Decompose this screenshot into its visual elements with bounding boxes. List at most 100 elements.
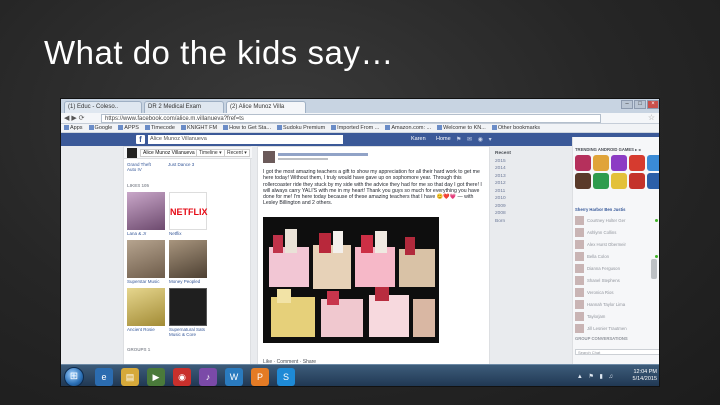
file-explorer-icon[interactable]: ▤ bbox=[121, 368, 139, 386]
internet-explorer-icon[interactable]: e bbox=[95, 368, 113, 386]
home-link[interactable]: Home bbox=[436, 136, 451, 142]
back-forward-reload-icons[interactable]: ◀ ▶ ⟳ bbox=[64, 114, 85, 122]
page-scrollbar[interactable] bbox=[651, 259, 657, 279]
year-link[interactable]: 2012 bbox=[495, 181, 535, 189]
year-link[interactable]: 2009 bbox=[495, 204, 535, 212]
recent-button[interactable]: Recent ▾ bbox=[224, 149, 250, 157]
bookmark-item[interactable]: Imported From ... bbox=[331, 124, 379, 132]
chat-contact[interactable]: Jill Lesnier Trautmen bbox=[575, 323, 659, 334]
bookmark-item[interactable]: Apps bbox=[64, 124, 83, 132]
like-thumbnail[interactable] bbox=[169, 240, 207, 278]
bookmark-item[interactable]: Other bookmarks bbox=[491, 124, 540, 132]
game-icon[interactable] bbox=[611, 173, 627, 189]
browser-tab-active[interactable]: (2) Alice Munoz Villa bbox=[226, 101, 306, 113]
facebook-logo-icon[interactable]: f bbox=[136, 135, 145, 144]
like-thumbnail[interactable] bbox=[127, 288, 165, 326]
media-player-icon[interactable]: ▶ bbox=[147, 368, 165, 386]
word-icon[interactable]: W bbox=[225, 368, 243, 386]
timeline-button[interactable]: Timeline ▾ bbox=[196, 149, 225, 157]
avatar bbox=[575, 252, 584, 261]
top-link[interactable]: Grand Theft Auto IV bbox=[127, 162, 153, 172]
bookmark-item[interactable]: KNIGHT FM bbox=[180, 124, 217, 132]
netflix-logo[interactable]: NETFLIX bbox=[169, 192, 208, 230]
year-link[interactable]: Recent bbox=[495, 151, 535, 159]
profile-name[interactable]: Alice Munoz Villanueva bbox=[140, 149, 198, 157]
year-link[interactable]: 2010 bbox=[495, 196, 535, 204]
bookmark-item[interactable]: Sudoku Premium bbox=[276, 124, 325, 132]
browser-tab[interactable]: (1) Educ - Coleso.. bbox=[64, 101, 142, 113]
chat-owner[interactable]: Sherry Harbor Ben Justis bbox=[575, 207, 626, 212]
bookmark-star-icon[interactable]: ☆ bbox=[648, 113, 655, 122]
like-label[interactable]: Netflix bbox=[169, 231, 209, 236]
url-input[interactable]: https://www.facebook.com/alice.m.villanu… bbox=[101, 114, 601, 123]
avatar bbox=[575, 324, 584, 333]
like-label[interactable]: Ancient Rosie bbox=[127, 327, 167, 332]
game-icon[interactable] bbox=[575, 173, 591, 189]
contact-name: Hannah Taylor Lima bbox=[587, 302, 626, 307]
chat-contact[interactable]: Dianna Ferguson bbox=[575, 263, 659, 274]
system-tray-icons[interactable]: ▲ ⚑ ▮ ♫ bbox=[577, 373, 615, 380]
game-icon[interactable] bbox=[611, 155, 627, 171]
online-indicator-icon bbox=[655, 219, 658, 222]
clock[interactable]: 12:04 PM 5/14/2015 bbox=[633, 369, 657, 383]
browser-tab[interactable]: DR 2 Medical Exam bbox=[144, 101, 224, 113]
year-link[interactable]: 2015 bbox=[495, 159, 535, 167]
bookmark-icon bbox=[118, 125, 124, 131]
chat-contact[interactable]: Alex Hurst Obermeir bbox=[575, 239, 659, 250]
year-link[interactable]: 2011 bbox=[495, 189, 535, 197]
chrome-icon[interactable]: ◉ bbox=[173, 368, 191, 386]
bookmark-item[interactable]: Timecode bbox=[144, 124, 175, 132]
like-thumbnail[interactable] bbox=[127, 240, 165, 278]
game-icon[interactable] bbox=[629, 155, 645, 171]
bookmark-item[interactable]: Amazon.com: ... bbox=[385, 124, 431, 132]
groups-heading[interactable]: GROUPS 1 bbox=[127, 347, 150, 352]
year-link[interactable]: 2014 bbox=[495, 166, 535, 174]
trending-games-heading: TRENDING ANDROID GAMES ▸ ◂ bbox=[575, 147, 641, 152]
facebook-header: f Alice Munoz Villanueva Karen Home ⚑ ✉ … bbox=[61, 133, 659, 146]
notification-icons[interactable]: ⚑ ✉ ◉ ▾ bbox=[456, 136, 494, 143]
like-label[interactable]: Superstar Music bbox=[127, 279, 167, 284]
game-icon[interactable] bbox=[647, 155, 659, 171]
top-link[interactable]: Just Dance 3 bbox=[168, 162, 208, 167]
skype-icon[interactable]: S bbox=[277, 368, 295, 386]
minimize-icon[interactable]: – bbox=[621, 100, 633, 109]
year-link[interactable]: 2008 bbox=[495, 211, 535, 219]
bookmark-item[interactable]: How to Get Sta... bbox=[223, 124, 271, 132]
chat-contact[interactable]: Ashlynn Collins bbox=[575, 227, 659, 238]
bookmark-item[interactable]: Google bbox=[88, 124, 112, 132]
close-icon[interactable]: × bbox=[647, 100, 659, 109]
chat-contact[interactable]: Hannah Taylor Lima bbox=[575, 299, 659, 310]
post-author-avatar[interactable] bbox=[263, 151, 275, 163]
bookmark-icon bbox=[276, 125, 282, 131]
bookmark-item[interactable]: Welcome to KN... bbox=[437, 124, 486, 132]
like-label[interactable]: Lana & Jr bbox=[127, 231, 167, 236]
chat-contact[interactable]: Courtney Holter Ger bbox=[575, 215, 659, 226]
game-icon[interactable] bbox=[575, 155, 591, 171]
post-photo[interactable] bbox=[263, 217, 439, 343]
like-label[interactable]: Money Peopled bbox=[169, 279, 209, 284]
like-thumbnail[interactable] bbox=[169, 288, 207, 326]
game-icon[interactable] bbox=[593, 155, 609, 171]
app-icon[interactable]: ♪ bbox=[199, 368, 217, 386]
post-author-name[interactable] bbox=[278, 153, 368, 156]
maximize-icon[interactable]: □ bbox=[634, 100, 646, 109]
game-icon[interactable] bbox=[593, 173, 609, 189]
likes-heading[interactable]: LIKES 105 bbox=[127, 183, 149, 188]
powerpoint-icon[interactable]: P bbox=[251, 368, 269, 386]
chat-contact[interactable]: Veronica Rios bbox=[575, 287, 659, 298]
game-icon[interactable] bbox=[629, 173, 645, 189]
like-label[interactable]: Supernatural Sats Music & Core bbox=[169, 327, 209, 337]
year-link[interactable]: 2013 bbox=[495, 174, 535, 182]
like-thumbnail[interactable] bbox=[127, 192, 165, 230]
start-button-icon[interactable]: ⊞ bbox=[64, 367, 84, 386]
avatar[interactable] bbox=[127, 148, 137, 158]
chat-contact[interactable]: Shanel Stephens bbox=[575, 275, 659, 286]
chat-contact[interactable]: Bella Colon bbox=[575, 251, 659, 262]
user-profile-link[interactable]: Karen bbox=[411, 136, 426, 142]
chat-contact[interactable]: Taylorjam bbox=[575, 311, 659, 322]
chat-search-input[interactable]: Search Chat bbox=[575, 349, 659, 355]
game-icon[interactable] bbox=[647, 173, 659, 189]
year-link[interactable]: Born bbox=[495, 219, 535, 227]
bookmark-item[interactable]: APPS bbox=[118, 124, 139, 132]
facebook-search-input[interactable]: Alice Munoz Villanueva bbox=[148, 135, 343, 144]
